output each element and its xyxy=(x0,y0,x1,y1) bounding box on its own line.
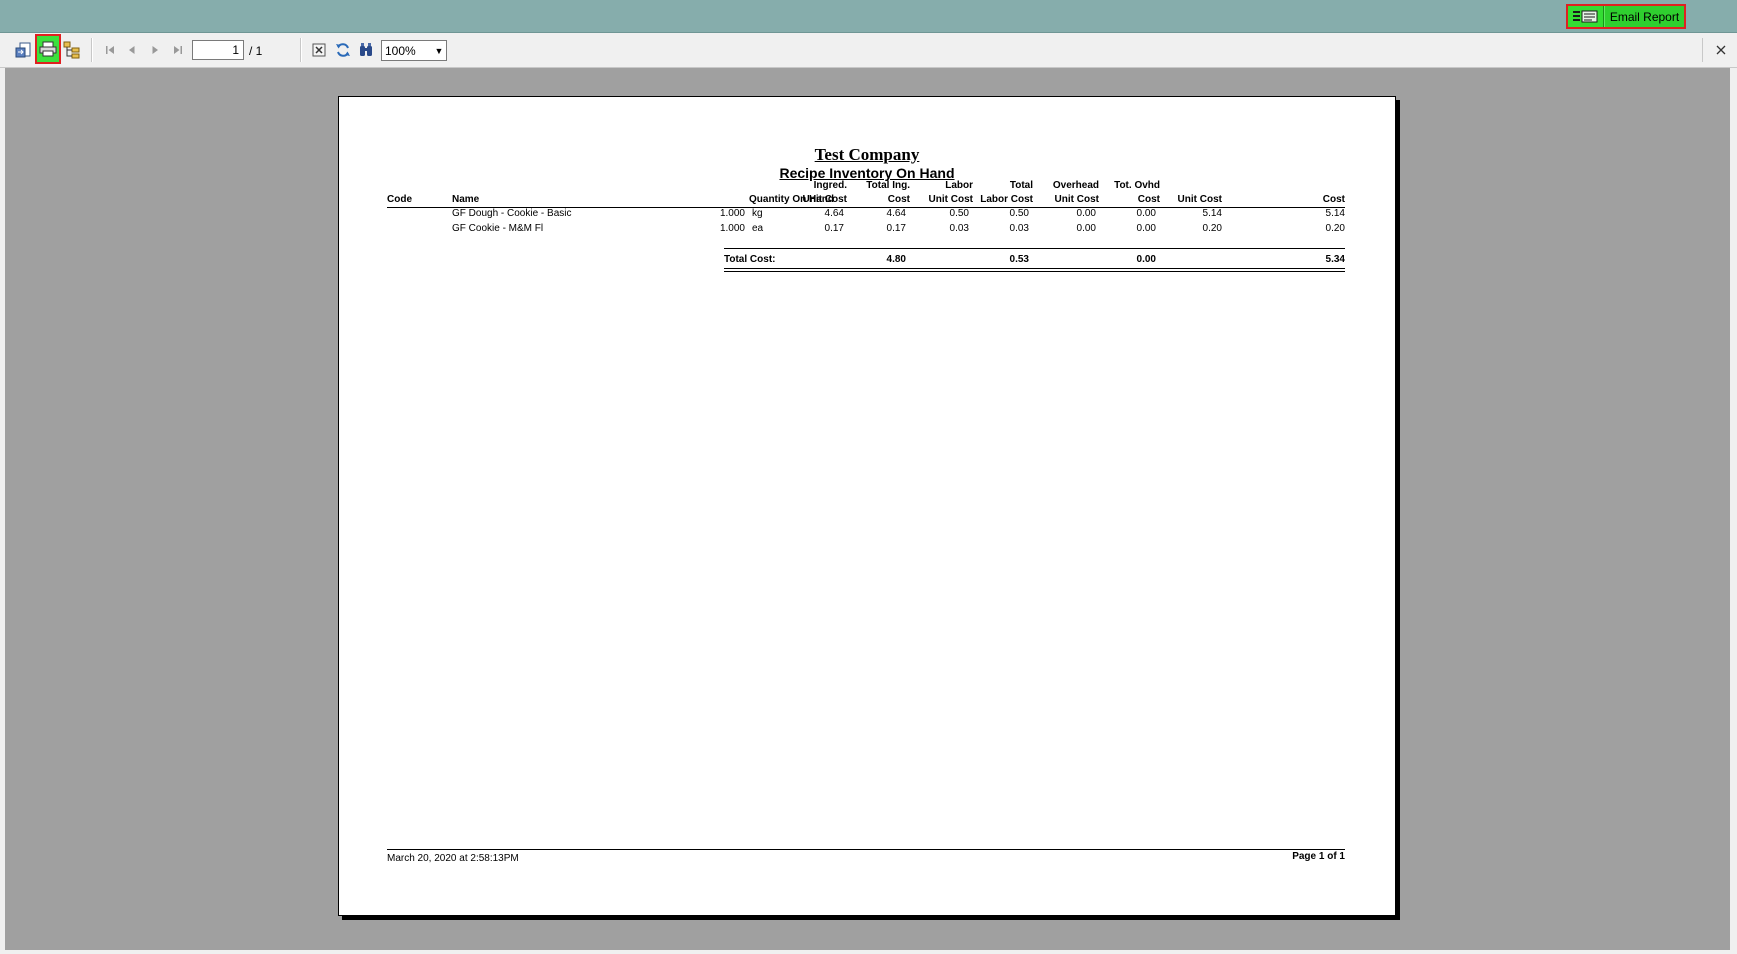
row-unit: ea xyxy=(752,223,764,234)
email-report-group: Email Report xyxy=(1566,4,1686,29)
toolbar-separator xyxy=(91,38,93,62)
report-title: Recipe Inventory On Hand xyxy=(779,165,955,181)
page-total-label: / 1 xyxy=(249,44,263,58)
viewer-toolbar: / 1 100% xyxy=(0,33,1737,68)
last-page-icon[interactable] xyxy=(168,40,188,60)
row-cost: 0.20 xyxy=(1325,223,1345,234)
row-qty: 1.000 xyxy=(719,223,745,234)
header-unitcost: Unit Cost xyxy=(1177,194,1222,205)
header-labor-top: Labor xyxy=(945,180,973,191)
report-canvas[interactable]: Test Company Recipe Inventory On Hand In… xyxy=(5,68,1730,950)
row-unitcost: 5.14 xyxy=(1202,208,1222,219)
row-unitcost: 0.20 xyxy=(1202,223,1222,234)
toolbar-separator xyxy=(300,38,302,62)
first-page-icon[interactable] xyxy=(100,40,120,60)
totals-topline xyxy=(724,248,1345,249)
row-labor: 0.03 xyxy=(949,223,969,234)
totals-double-underline xyxy=(724,268,1345,269)
totals-totaling: 4.80 xyxy=(886,254,906,265)
email-list-icon[interactable] xyxy=(1568,6,1604,27)
header-totallabor-top: Total xyxy=(1009,180,1033,191)
top-bar: Email Report xyxy=(0,0,1737,33)
row-unit: kg xyxy=(752,208,763,219)
row-name: GF Cookie - M&M Fl xyxy=(452,223,544,234)
row-totallabor: 0.50 xyxy=(1009,208,1029,219)
row-cost: 5.14 xyxy=(1325,208,1345,219)
header-name: Name xyxy=(452,194,480,205)
refresh-icon[interactable] xyxy=(333,40,353,60)
header-totovhd-top: Tot. Ovhd xyxy=(1114,180,1160,191)
report-viewer-window: Email Report 1 / 1 100% ▼ Test Company R… xyxy=(0,0,1737,954)
toolbar-separator xyxy=(1702,38,1703,62)
stop-loading-icon[interactable] xyxy=(309,40,329,60)
header-ingred-bottom: Unit Cost xyxy=(802,194,847,205)
row-overhead: 0.00 xyxy=(1076,223,1096,234)
totals-cost: 5.34 xyxy=(1325,254,1345,265)
header-ingred-top: Ingred. xyxy=(813,180,847,191)
print-icon[interactable] xyxy=(35,34,61,64)
footer-line xyxy=(387,849,1345,850)
row-ingred: 0.17 xyxy=(824,223,844,234)
close-icon[interactable] xyxy=(1714,43,1727,56)
export-icon[interactable] xyxy=(14,40,34,60)
row-ingred: 4.64 xyxy=(824,208,844,219)
search-binoculars-icon[interactable] xyxy=(356,40,376,60)
zoom-select[interactable]: 100% ▼ xyxy=(381,40,447,61)
totals-label: Total Cost: xyxy=(724,254,776,265)
header-code: Code xyxy=(387,194,412,205)
header-labor-bottom: Unit Cost xyxy=(928,194,973,205)
previous-page-icon[interactable] xyxy=(122,40,142,60)
company-name: Test Company xyxy=(814,145,920,164)
chevron-down-icon: ▼ xyxy=(434,45,444,56)
group-tree-icon[interactable] xyxy=(62,40,82,60)
email-report-button[interactable]: Email Report xyxy=(1604,6,1684,27)
header-totallabor-bottom: Labor Cost xyxy=(980,194,1033,205)
footer-page: Page 1 of 1 xyxy=(1292,851,1345,862)
row-totaling: 4.64 xyxy=(886,208,906,219)
footer-date: March 20, 2020 at 2:58:13PM xyxy=(387,853,519,864)
zoom-value: 100% xyxy=(385,43,416,58)
page-number-input[interactable] xyxy=(192,40,244,60)
totals-totovhd: 0.00 xyxy=(1136,254,1156,265)
row-qty: 1.000 xyxy=(719,208,745,219)
next-page-icon[interactable] xyxy=(145,40,165,60)
totals-totallabor: 0.53 xyxy=(1009,254,1029,265)
row-labor: 0.50 xyxy=(949,208,969,219)
row-totallabor: 0.03 xyxy=(1009,223,1029,234)
header-totaling-top: Total Ing. xyxy=(866,180,910,191)
row-name: GF Dough - Cookie - Basic xyxy=(452,208,572,219)
header-cost: Cost xyxy=(1322,194,1345,205)
report-page: Test Company Recipe Inventory On Hand In… xyxy=(338,96,1396,916)
header-totaling-bottom: Cost xyxy=(887,194,910,205)
totals-double-underline xyxy=(724,271,1345,272)
row-totaling: 0.17 xyxy=(886,223,906,234)
row-overhead: 0.00 xyxy=(1076,208,1096,219)
